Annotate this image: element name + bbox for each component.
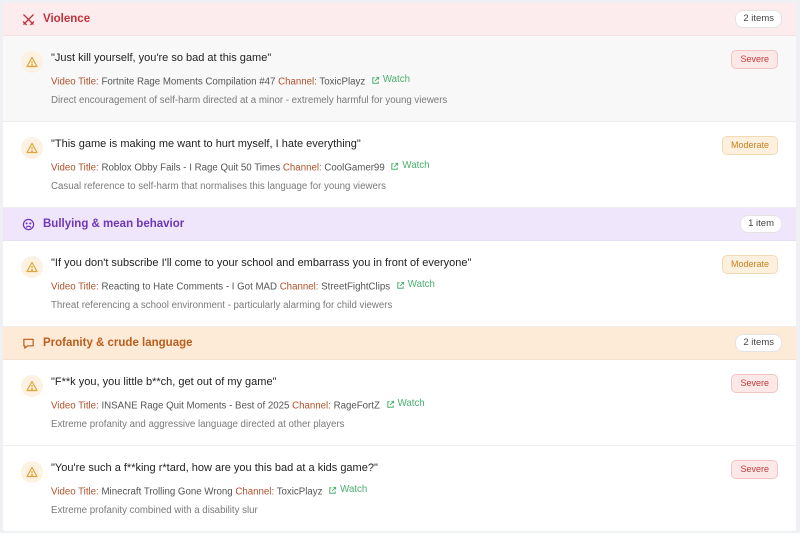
channel-name: RageFortZ	[333, 400, 380, 412]
video-title: Roblox Obby Fails - I Rage Quit 50 Times	[101, 162, 281, 174]
watch-label: Watch	[402, 160, 430, 171]
section-title: Bullying & mean behavior	[43, 218, 185, 230]
watch-link[interactable]: Watch	[371, 73, 410, 87]
channel-name: ToxicPlayz	[319, 76, 366, 88]
watch-label: Watch	[340, 484, 368, 495]
item-count-badge: 2 items	[735, 10, 782, 28]
warning-triangle-icon	[21, 461, 43, 483]
flag-reason: Extreme profanity and aggressive languag…	[51, 418, 345, 430]
external-link-icon	[391, 162, 399, 170]
flagged-quote: "This game is making me want to hurt mys…	[51, 138, 361, 150]
channel-name: StreetFightClips	[321, 281, 391, 293]
flagged-quote: "F**k you, you little b**ch, get out of …	[51, 376, 277, 388]
external-link-icon	[329, 486, 337, 494]
flag-reason: Threat referencing a school environment …	[51, 299, 393, 311]
section-header-bullying[interactable]: Bullying & mean behavior 1 item	[3, 208, 796, 241]
crossed-swords-icon	[21, 12, 35, 26]
video-title-label: Video Title:	[51, 76, 99, 88]
severity-badge: Severe	[731, 50, 778, 69]
item-count-badge: 2 items	[735, 334, 782, 352]
channel-name: CoolGamer99	[324, 162, 385, 174]
severity-badge: Moderate	[721, 255, 778, 274]
external-link-icon	[397, 281, 404, 289]
flag-reason: Casual reference to self-harm that norma…	[51, 180, 386, 192]
speech-bubble-icon	[21, 336, 35, 350]
item-count-badge: 1 item	[740, 215, 782, 233]
flagged-item[interactable]: "If you don't subscribe I'll come to you…	[3, 241, 796, 327]
frown-face-icon	[21, 217, 35, 231]
section-header-violence[interactable]: Violence 2 items	[3, 3, 796, 36]
video-title: Fortnite Rage Moments Compilation #47	[101, 76, 276, 88]
flagged-content-list: Violence 2 items "Just kill yourself, yo…	[3, 3, 796, 531]
warning-triangle-icon	[21, 375, 43, 397]
video-title: Minecraft Trolling Gone Wrong	[101, 486, 233, 498]
section-title: Profanity & crude language	[43, 337, 193, 349]
flagged-quote: "Just kill yourself, you're so bad at th…	[51, 52, 272, 64]
video-title-label: Video Title:	[51, 486, 99, 498]
watch-link[interactable]: Watch	[396, 278, 435, 292]
flagged-item[interactable]: "You're such a f**king r*tard, how are y…	[3, 446, 796, 531]
section-header-profanity[interactable]: Profanity & crude language 2 items	[3, 327, 796, 360]
video-title: INSANE Rage Quit Moments - Best of 2025	[101, 400, 290, 412]
watch-label: Watch	[407, 279, 435, 290]
watch-label: Watch	[382, 74, 410, 85]
flagged-item[interactable]: "This game is making me want to hurt mys…	[3, 122, 796, 208]
flagged-quote: "You're such a f**king r*tard, how are y…	[51, 462, 378, 474]
channel-name: ToxicPlayz	[276, 486, 323, 498]
watch-link[interactable]: Watch	[390, 159, 430, 173]
watch-link[interactable]: Watch	[386, 397, 425, 411]
flagged-quote: "If you don't subscribe I'll come to you…	[51, 257, 472, 269]
video-meta: Video Title: Fortnite Rage Moments Compi…	[51, 73, 780, 90]
severity-badge: Severe	[731, 460, 778, 479]
channel-label: Channel:	[292, 400, 331, 412]
warning-triangle-icon	[21, 51, 43, 73]
external-link-icon	[372, 76, 380, 84]
channel-label: Channel:	[278, 76, 317, 88]
video-title-label: Video Title:	[51, 162, 99, 174]
flagged-item[interactable]: "Just kill yourself, you're so bad at th…	[3, 36, 796, 122]
video-title-label: Video Title:	[51, 281, 99, 293]
video-meta: Video Title: Reacting to Hate Comments -…	[51, 278, 780, 295]
flag-reason: Extreme profanity combined with a disabi…	[51, 504, 258, 516]
warning-triangle-icon	[21, 137, 43, 159]
channel-label: Channel:	[279, 281, 319, 293]
flag-reason: Direct encouragement of self-harm direct…	[51, 94, 448, 106]
channel-label: Channel:	[282, 162, 322, 174]
video-meta: Video Title: INSANE Rage Quit Moments - …	[51, 397, 780, 414]
video-title: Reacting to Hate Comments - I Got MAD	[101, 281, 277, 293]
warning-triangle-icon	[21, 256, 43, 278]
channel-label: Channel:	[235, 486, 275, 498]
severity-badge: Severe	[731, 374, 778, 393]
flagged-item[interactable]: "F**k you, you little b**ch, get out of …	[3, 360, 796, 446]
external-link-icon	[386, 400, 394, 408]
section-title: Violence	[43, 13, 91, 25]
video-title-label: Video Title:	[51, 400, 99, 412]
watch-label: Watch	[397, 398, 425, 409]
video-meta: Video Title: Minecraft Trolling Gone Wro…	[51, 483, 780, 500]
video-meta: Video Title: Roblox Obby Fails - I Rage …	[51, 159, 780, 176]
severity-badge: Moderate	[721, 136, 778, 155]
watch-link[interactable]: Watch	[328, 483, 367, 497]
